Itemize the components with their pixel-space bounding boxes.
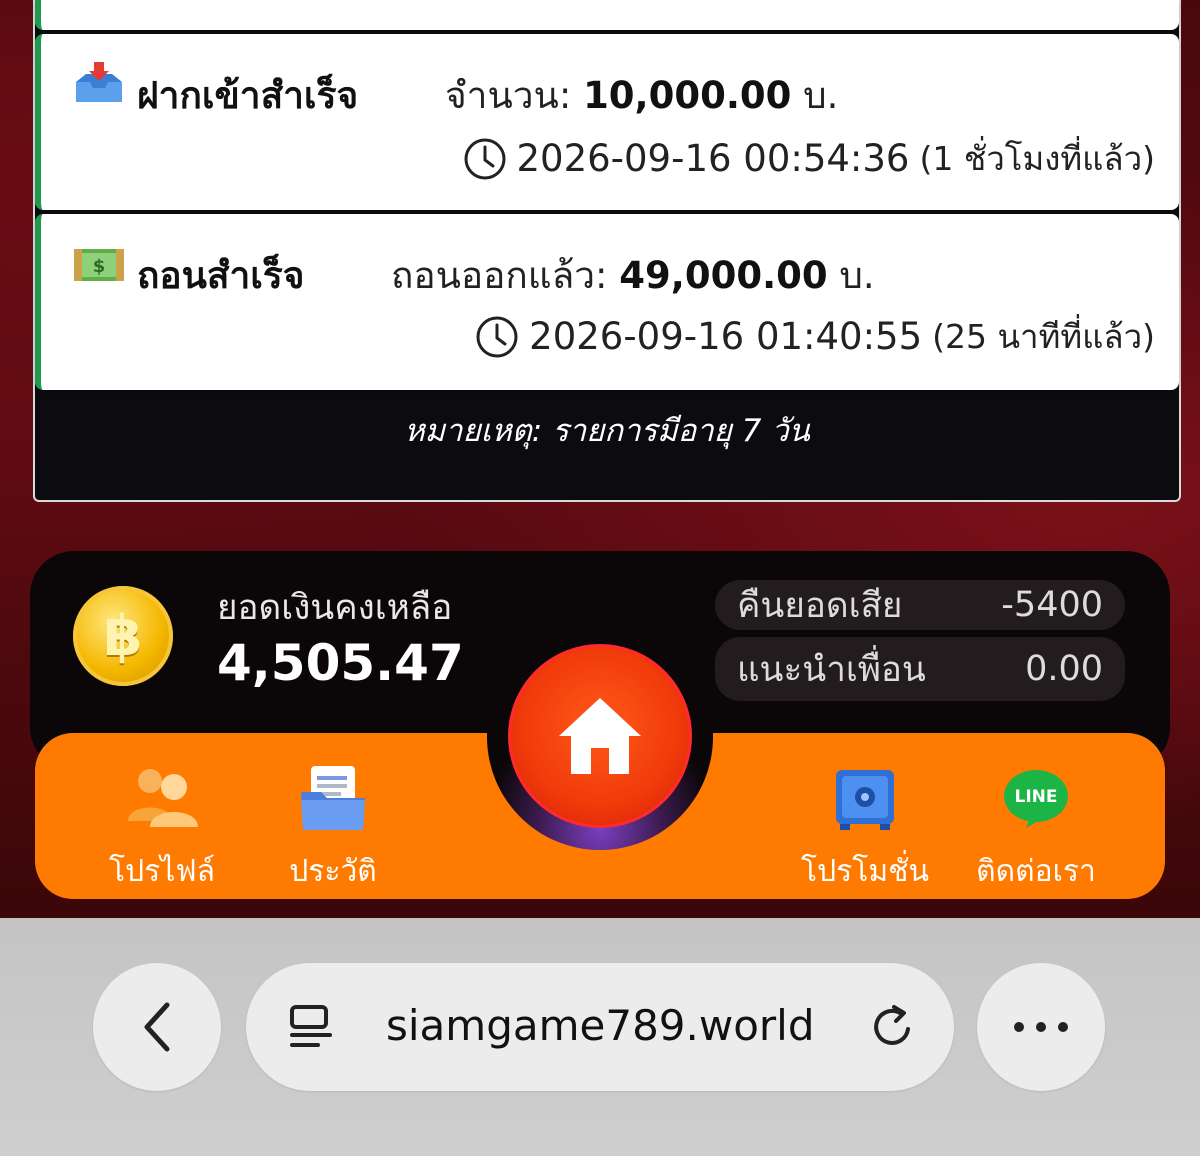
transactions-note: หมายเหตุ: รายการมีอายุ 7 วัน: [404, 413, 810, 449]
transaction-card-deposit: ฝากเข้าสำเร็จ จำนวน: 10,000.00 บ. 2026-0…: [35, 34, 1179, 210]
previous-transaction-card: [35, 0, 1179, 30]
nav-profile[interactable]: โปรไฟล์: [77, 760, 247, 895]
cashback-label: คืนยอดเสีย: [737, 585, 903, 626]
clock-icon: [464, 138, 505, 179]
nav-contact[interactable]: LINE ติดต่อเรา: [951, 760, 1121, 895]
back-button[interactable]: [93, 963, 221, 1091]
cashback-value: -5400: [1001, 585, 1103, 625]
nav-profile-label: โปรไฟล์: [109, 854, 215, 889]
transaction-card-withdraw: $ ถอนสำเร็จ ถอนออกแล้ว: 49,000.00 บ. 202…: [35, 214, 1179, 390]
nav-history-label: ประวัติ: [289, 854, 377, 889]
transaction-panel: ฝากเข้าสำเร็จ จำนวน: 10,000.00 บ. 2026-0…: [33, 0, 1181, 502]
balance-label: ยอดเงินคงเหลือ: [217, 588, 453, 628]
address-bar[interactable]: siamgame789.world: [246, 963, 954, 1091]
nav-promotion-label: โปรโมชั่น: [800, 854, 930, 889]
money-bill-icon: $: [71, 242, 127, 288]
svg-text:$: $: [93, 256, 106, 277]
clock-icon: [476, 316, 518, 357]
transaction-amount: ถอนออกแล้ว: 49,000.00 บ.: [391, 254, 875, 297]
svg-text:LINE: LINE: [1015, 787, 1058, 807]
transaction-time: 2026-09-16 01:40:55 (25 นาทีที่แล้ว): [475, 310, 1155, 363]
home-button[interactable]: [508, 644, 692, 828]
inbox-tray-icon: [71, 60, 127, 106]
safe-box-icon: [825, 760, 905, 836]
reload-icon[interactable]: [870, 1003, 916, 1051]
more-button[interactable]: [977, 963, 1105, 1091]
referral-label: แนะนำเพื่อน: [737, 649, 926, 690]
document-folder-icon: [293, 760, 373, 836]
more-icon: [1014, 1022, 1068, 1032]
transaction-title: ถอนสำเร็จ: [137, 254, 305, 297]
nav-promotion[interactable]: โปรโมชั่น: [780, 760, 950, 895]
nav-contact-label: ติดต่อเรา: [976, 854, 1096, 889]
transaction-time: 2026-09-16 00:54:36 (1 ชั่วโมงที่แล้ว): [463, 132, 1155, 185]
home-icon: [559, 698, 641, 774]
users-icon: [122, 760, 202, 836]
chevron-left-icon: [144, 1002, 170, 1052]
nav-history[interactable]: ประวัติ: [248, 760, 418, 895]
url-text: siamgame789.world: [386, 1001, 815, 1050]
cashback-stat[interactable]: คืนยอดเสีย -5400: [715, 580, 1125, 630]
referral-value: 0.00: [1025, 649, 1103, 689]
page-settings-icon: [290, 1005, 332, 1047]
line-icon: LINE: [996, 760, 1076, 836]
referral-stat[interactable]: แนะนำเพื่อน 0.00: [715, 637, 1125, 701]
transaction-title: ฝากเข้าสำเร็จ: [137, 74, 359, 117]
bitcoin-coin-icon: ฿: [73, 586, 173, 686]
transaction-amount: จำนวน: 10,000.00 บ.: [445, 74, 839, 117]
balance-value: 4,505.47: [217, 634, 464, 692]
